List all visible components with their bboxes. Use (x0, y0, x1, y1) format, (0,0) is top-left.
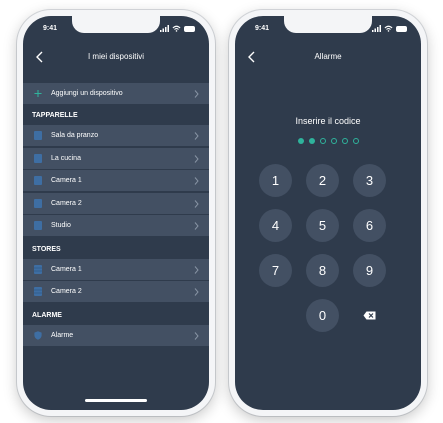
phone-notch (284, 16, 372, 33)
blind-icon (34, 198, 42, 208)
device-row[interactable]: La cucina (23, 147, 209, 169)
pin-dot-filled (297, 138, 304, 144)
device-row[interactable]: Studio (23, 215, 209, 236)
store-icon (34, 287, 42, 296)
shield-icon (34, 330, 42, 340)
store-icon (34, 264, 42, 274)
add-device-label: Aggiungi un dispositivo (51, 90, 123, 97)
blind-icon (34, 131, 42, 140)
chevron-right-icon (194, 222, 199, 230)
section-header-stores: STORES (23, 237, 209, 259)
signal-icon (372, 25, 381, 32)
phone-devices: 9:41 I miei dispositivi Aggiungi un disp… (17, 10, 215, 416)
device-label: Camera 2 (51, 199, 82, 207)
chevron-right-icon (194, 199, 199, 208)
keypad-key-5[interactable]: 5 (306, 209, 339, 242)
keypad-key-4[interactable]: 4 (259, 209, 292, 242)
plus-icon (34, 89, 42, 98)
blind-icon (34, 153, 42, 163)
keypad-key-1[interactable]: 1 (259, 164, 292, 197)
device-row[interactable]: Camera 2 (23, 192, 209, 214)
page-title: Allarme (314, 52, 342, 61)
status-time: 9:41 (43, 25, 58, 32)
chevron-right-icon (194, 90, 199, 98)
device-row[interactable]: Camera 1 (23, 258, 209, 280)
blind-icon (34, 221, 42, 230)
device-list: Aggiungi un dispositivo TAPPARELLE Sala … (23, 83, 209, 347)
pin-dot-empty (330, 138, 337, 144)
chevron-right-icon (194, 288, 199, 296)
device-row[interactable]: Alarme (23, 324, 209, 346)
keypad-key-9[interactable]: 9 (353, 254, 386, 287)
nav-bar: Allarme (235, 48, 421, 68)
battery-icon (396, 25, 407, 32)
section-header-tapparelle: TAPPARELLE (23, 104, 209, 125)
section-header-alarme: ALARME (23, 303, 209, 325)
chevron-right-icon (194, 265, 199, 274)
keypad-key-8[interactable]: 8 (306, 254, 339, 287)
device-row[interactable]: Camera 1 (23, 170, 209, 191)
delete-button[interactable] (353, 299, 386, 332)
chevron-right-icon (194, 177, 199, 185)
home-indicator (85, 399, 147, 402)
signal-icon (160, 25, 169, 32)
pin-dot-empty (352, 138, 359, 144)
device-row[interactable]: Camera 2 (23, 281, 209, 302)
status-time: 9:41 (255, 25, 270, 32)
pin-dot-filled (308, 138, 315, 144)
pin-dot-empty (341, 138, 348, 144)
battery-icon (184, 25, 195, 32)
page-title: I miei dispositivi (87, 52, 144, 61)
device-label: Camera 1 (51, 265, 82, 273)
nav-bar: I miei dispositivi (23, 48, 209, 68)
device-row[interactable]: Sala da pranzo (23, 125, 209, 146)
keypad-key-0[interactable]: 0 (306, 299, 339, 332)
device-label: Alarme (51, 331, 74, 339)
phone-alarm: 9:41 Allarme Inserire il codice 1 2 3 4 … (229, 10, 427, 416)
device-label: Camera 1 (51, 177, 82, 184)
chevron-right-icon (194, 132, 199, 140)
wifi-icon (172, 25, 181, 32)
wifi-icon (384, 25, 393, 32)
keypad-key-7[interactable]: 7 (259, 254, 292, 287)
add-device-row[interactable]: Aggiungi un dispositivo (23, 83, 209, 104)
blind-icon (34, 176, 42, 185)
device-label: La cucina (51, 154, 81, 162)
backspace-icon (363, 311, 376, 320)
pin-prompt: Inserire il codice (295, 116, 361, 126)
chevron-right-icon (194, 331, 199, 340)
device-label: Camera 2 (51, 288, 82, 295)
pin-dot-empty (319, 138, 326, 144)
pin-indicator (235, 138, 421, 144)
device-label: Sala da pranzo (51, 132, 99, 139)
device-label: Studio (51, 222, 71, 229)
devices-screen: 9:41 I miei dispositivi Aggiungi un disp… (23, 16, 209, 410)
phone-notch (72, 16, 160, 33)
keypad-key-2[interactable]: 2 (306, 164, 339, 197)
chevron-right-icon (194, 154, 199, 163)
keypad-key-3[interactable]: 3 (353, 164, 386, 197)
alarm-screen: 9:41 Allarme Inserire il codice 1 2 3 4 … (235, 16, 421, 410)
keypad-key-6[interactable]: 6 (353, 209, 386, 242)
